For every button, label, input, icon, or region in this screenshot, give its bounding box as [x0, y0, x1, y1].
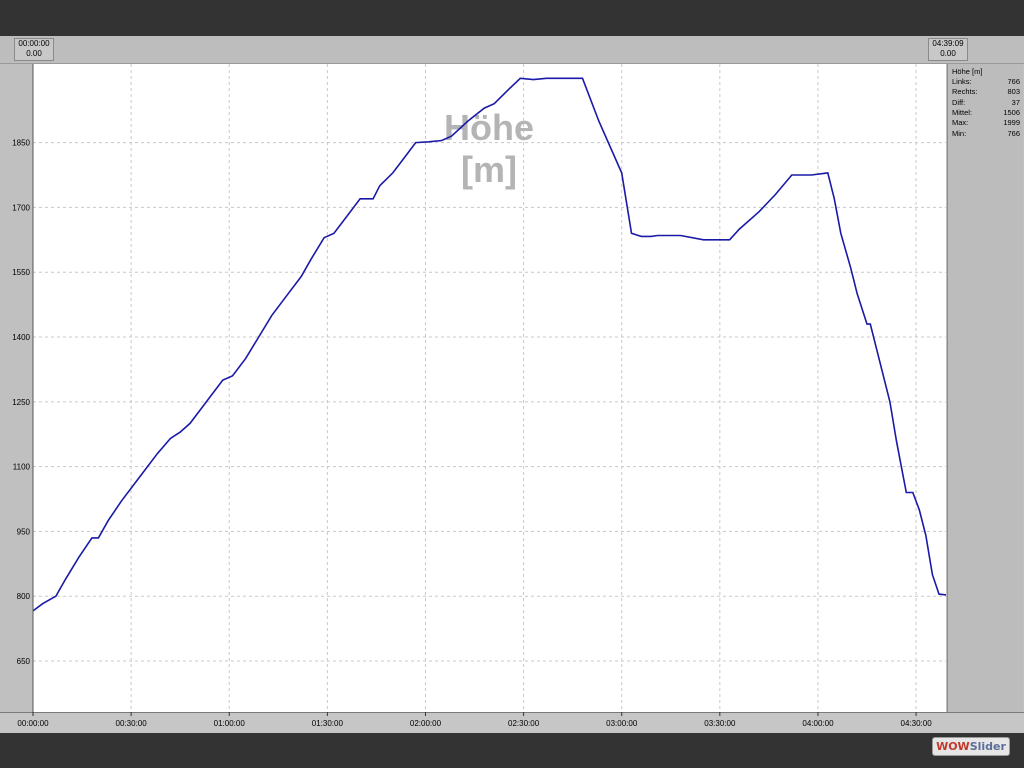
- stat-row: Rechts: 803: [952, 87, 1020, 97]
- y-tick-label: 1700: [12, 203, 30, 212]
- x-tick-label: 02:00:00: [410, 719, 442, 728]
- stat-value: 37: [1011, 97, 1020, 107]
- stat-row: Min: 766: [952, 129, 1020, 139]
- elevation-chart[interactable]: Höhe [m] 650 800 950 1100 1250 1400 1550 1700 18…: [0, 36, 1024, 732]
- y-tick-label: 1400: [12, 333, 30, 342]
- stats-panel: Höhe [m] Links: 766 Rechts: 803 Diff: 37 Mitte…: [947, 64, 1023, 712]
- x-tick-label: 04:00:00: [802, 719, 834, 728]
- stat-row: Max: 1999: [952, 118, 1020, 128]
- stat-value: 766: [1007, 77, 1020, 86]
- x-tick-label: 03:00:00: [606, 719, 638, 728]
- y-tick-label: 1550: [12, 268, 30, 277]
- stat-label: Mittel:: [952, 107, 973, 117]
- x-tick-label: 03:30:00: [704, 719, 736, 728]
- y-tick-label: 1100: [13, 463, 31, 472]
- y-tick-label: 1250: [12, 398, 30, 407]
- stat-value: 766: [1007, 128, 1020, 138]
- chart-window: 00:00:00 0.00 04:39:09 0.00 Höhe [m] 650…: [0, 36, 1024, 733]
- x-tick-label: 01:00:00: [214, 719, 246, 728]
- x-tick-label: 02:30:00: [508, 719, 540, 728]
- stat-row: Links: 766: [952, 77, 1020, 87]
- stat-row: Diff: 37: [952, 98, 1020, 108]
- stat-value: 1999: [1003, 118, 1020, 128]
- y-tick-label: 650: [17, 657, 31, 666]
- x-tick-label: 01:30:00: [312, 719, 344, 728]
- chart-title-line-1: Höhe: [444, 107, 534, 148]
- y-tick-label: 800: [17, 592, 31, 601]
- stat-label: Links:: [952, 77, 972, 86]
- stat-label: Min:: [952, 128, 967, 138]
- wowslider-watermark[interactable]: WOWSlider: [932, 737, 1010, 756]
- x-tick-label: 00:00:00: [17, 719, 49, 728]
- stat-value: 803: [1007, 87, 1020, 97]
- stat-label: Max:: [952, 118, 969, 128]
- x-tick-label: 04:30:00: [901, 719, 933, 728]
- x-tick-label: 00:30:00: [116, 719, 148, 728]
- stat-row: Mittel: 1506: [952, 108, 1020, 118]
- watermark-part-2: Slider: [969, 740, 1006, 753]
- y-tick-label: 1850: [12, 139, 30, 148]
- stat-value: 1506: [1003, 107, 1020, 117]
- stat-label: Diff:: [952, 97, 966, 107]
- chart-title-line-2: [m]: [461, 149, 517, 190]
- stats-title: Höhe [m]: [952, 67, 983, 76]
- y-tick-label: 950: [17, 527, 31, 536]
- stat-label: Rechts:: [952, 87, 978, 97]
- watermark-part-1: WOW: [936, 740, 970, 753]
